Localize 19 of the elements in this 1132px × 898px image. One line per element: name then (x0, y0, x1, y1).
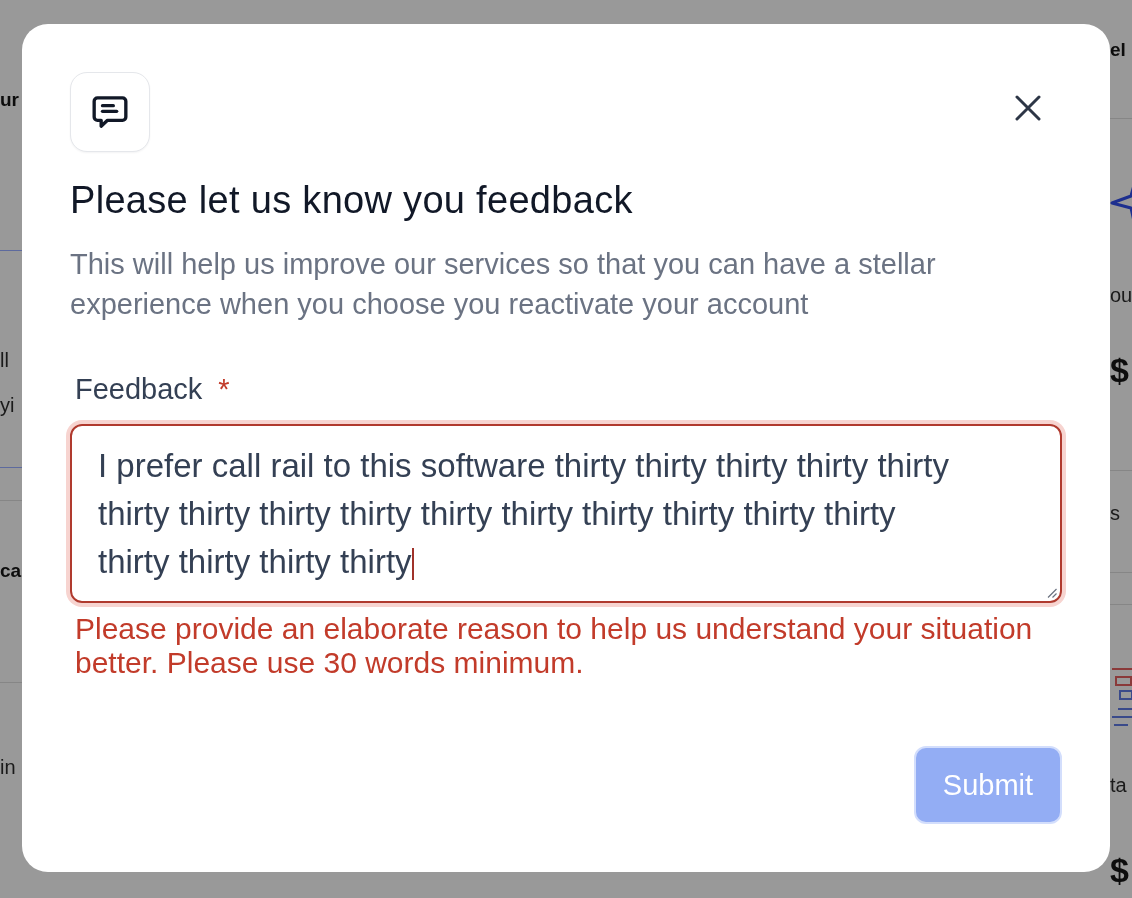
background-text: in (0, 755, 17, 780)
background-amount: $ (1110, 350, 1130, 391)
close-icon (1015, 95, 1041, 121)
background-text: ta (1110, 773, 1128, 798)
resize-handle-icon (1047, 588, 1057, 598)
field-label: Feedback (75, 373, 203, 405)
error-message: Please provide an elaborate reason to help us understand your situation better. Please use 30 words minimum. (74, 612, 1034, 680)
background-text: yi (0, 393, 16, 418)
background-heading: el (1110, 38, 1127, 62)
chat-bubble-icon (70, 72, 150, 152)
dialog-description: This will help us improve our services so that you can have a stellar experience when you choose you reactivate your account (70, 247, 937, 322)
background-text: ou (1110, 283, 1132, 308)
background-heading: ur (0, 88, 20, 112)
background-heading: ca (0, 559, 22, 583)
background-text: s (1110, 501, 1121, 526)
required-mark: * (218, 373, 230, 405)
dialog-title: Please let us know you feedback (70, 178, 634, 222)
background-amount: $ (1110, 850, 1130, 891)
background-text: ll (0, 348, 10, 373)
